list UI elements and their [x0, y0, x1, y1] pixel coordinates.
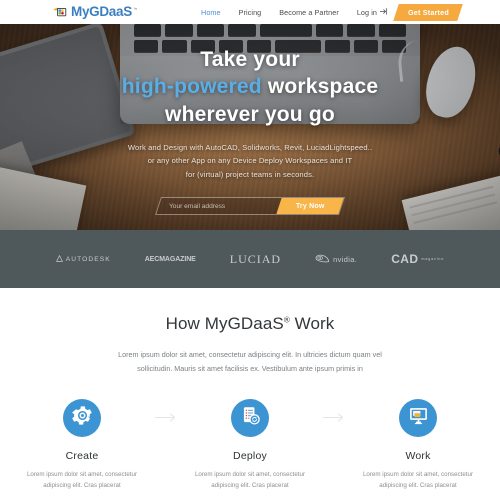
hero-try-now-button[interactable]: Try Now — [276, 198, 344, 215]
section-paragraph: Lorem ipsum dolor sit amet, consectetur … — [100, 348, 400, 377]
section-paragraph-line1: Lorem ipsum dolor sit amet, consectetur … — [118, 350, 382, 359]
brand-name: MyGDaaS™ — [71, 5, 137, 19]
partner-name-luciad: LUCIAD — [229, 251, 282, 266]
get-started-label: Get Started — [407, 7, 449, 17]
feature-icon-circle-work — [399, 398, 437, 437]
hero-headline-line3: wherever you go — [165, 102, 335, 126]
email-input[interactable] — [159, 198, 279, 215]
clipboard-refresh-icon — [240, 405, 261, 431]
nav-item-home[interactable]: Home — [201, 8, 221, 17]
feature-work: Work Lorem ipsum dolor sit amet, consect… — [354, 398, 482, 492]
section-title-pre: How MyGDaaS — [165, 314, 284, 333]
landing-page: MyGDaaS™ Home Pricing Become a Partner L… — [0, 0, 500, 500]
section-paragraph-line2: sollicitudin. Mauris sit amet facilisis … — [137, 364, 363, 374]
partner-logo-autodesk: AUTODESK — [55, 254, 111, 264]
section-title-post: Work — [289, 314, 335, 333]
nav-item-login[interactable]: Log in — [357, 8, 388, 17]
site-header: MyGDaaS™ Home Pricing Become a Partner L… — [0, 0, 500, 24]
partner-name-aecmagazine: AECMAGAZINE — [144, 255, 196, 263]
photo-tile-icon — [52, 6, 69, 19]
hero-subtext: Work and Design with AutoCAD, Solidworks… — [128, 141, 372, 182]
hero-headline-highlight: high-powered — [121, 75, 262, 99]
feature-desc-work-line2: adipiscing elit. Cras placerat — [379, 482, 457, 490]
hero-headline: Take your high-powered workspace whereve… — [122, 46, 378, 128]
feature-desc-work: Lorem ipsum dolor sit amet, consectetur … — [359, 469, 477, 492]
primary-nav: Home Pricing Become a Partner Log in — [201, 8, 388, 17]
brand-name-text: MyGDaaS — [71, 4, 132, 20]
partner-name-nvidia: nvidia. — [333, 254, 358, 264]
partner-logo-aecmagazine: AECMAGAZINE — [145, 256, 196, 263]
partner-logo-band: AUTODESK AECMAGAZINE LUCIAD nvidia. CAD … — [0, 230, 500, 288]
hero-subtext-line1: Work and Design with AutoCAD, Solidworks… — [127, 142, 373, 152]
brand-logo[interactable]: MyGDaaS™ — [52, 5, 137, 19]
section-title: How MyGDaaS® Work — [0, 314, 500, 334]
feature-name-create: Create — [65, 449, 99, 462]
partner-name-autodesk: AUTODESK — [65, 255, 111, 263]
logout-arrow-icon — [379, 7, 388, 17]
hero-section: Take your high-powered workspace whereve… — [0, 24, 500, 230]
feature-desc-work-line1: Lorem ipsum dolor sit amet, consectetur — [362, 470, 474, 478]
hero-subtext-line2: or any other App on any Device Deploy Wo… — [147, 156, 353, 166]
feature-name-work: Work — [405, 449, 431, 462]
email-signup-form: Try Now — [155, 197, 345, 216]
feature-steps: Create Lorem ipsum dolor sit amet, conse… — [0, 398, 500, 492]
arrow-right-icon-1 — [146, 399, 186, 437]
arrow-right-icon-2 — [314, 399, 354, 437]
feature-desc-create: Lorem ipsum dolor sit amet, consectetur … — [23, 469, 141, 492]
feature-create: Create Lorem ipsum dolor sit amet, conse… — [18, 398, 146, 492]
brand-trademark: ™ — [132, 6, 138, 12]
nvidia-eye-icon — [315, 254, 330, 265]
feature-icon-circle-deploy — [231, 398, 269, 437]
nav-item-become-a-partner[interactable]: Become a Partner — [279, 8, 339, 17]
hero-content: Take your high-powered workspace whereve… — [0, 24, 500, 230]
desktop-monitor-icon — [408, 405, 429, 431]
feature-desc-create-line2: adipiscing elit. Cras placerat — [43, 482, 121, 490]
feature-desc-deploy-line2: adipiscing elit. Cras placerat — [211, 482, 289, 490]
how-it-works-section: How MyGDaaS® Work Lorem ipsum dolor sit … — [0, 288, 500, 500]
hero-subtext-line3: for (virtual) project teams in seconds. — [185, 169, 315, 179]
nav-item-pricing[interactable]: Pricing — [239, 8, 262, 17]
partner-sub-cad: magazine — [421, 256, 445, 261]
feature-desc-create-line1: Lorem ipsum dolor sit amet, consectetur — [26, 470, 138, 478]
feature-desc-deploy: Lorem ipsum dolor sit amet, consectetur … — [191, 469, 309, 492]
autodesk-a-icon — [55, 254, 63, 264]
feature-desc-deploy-line1: Lorem ipsum dolor sit amet, consectetur — [194, 470, 306, 478]
hero-try-now-label: Try Now — [295, 202, 325, 210]
partner-logo-cad-magazine: CAD magazine — [391, 253, 444, 265]
partner-logo-nvidia: nvidia. — [315, 254, 357, 265]
feature-deploy: Deploy Lorem ipsum dolor sit amet, conse… — [186, 398, 314, 492]
gear-icon — [71, 405, 93, 431]
partner-name-cad: CAD — [391, 252, 419, 266]
hero-headline-line2-rest: workspace — [261, 75, 379, 99]
feature-name-deploy: Deploy — [233, 449, 267, 462]
feature-icon-circle-create — [63, 398, 101, 437]
get-started-button[interactable]: Get Started — [393, 3, 463, 21]
login-label: Log in — [356, 7, 377, 17]
partner-logo-luciad: LUCIAD — [230, 252, 281, 267]
hero-headline-line1: Take your — [200, 48, 300, 71]
